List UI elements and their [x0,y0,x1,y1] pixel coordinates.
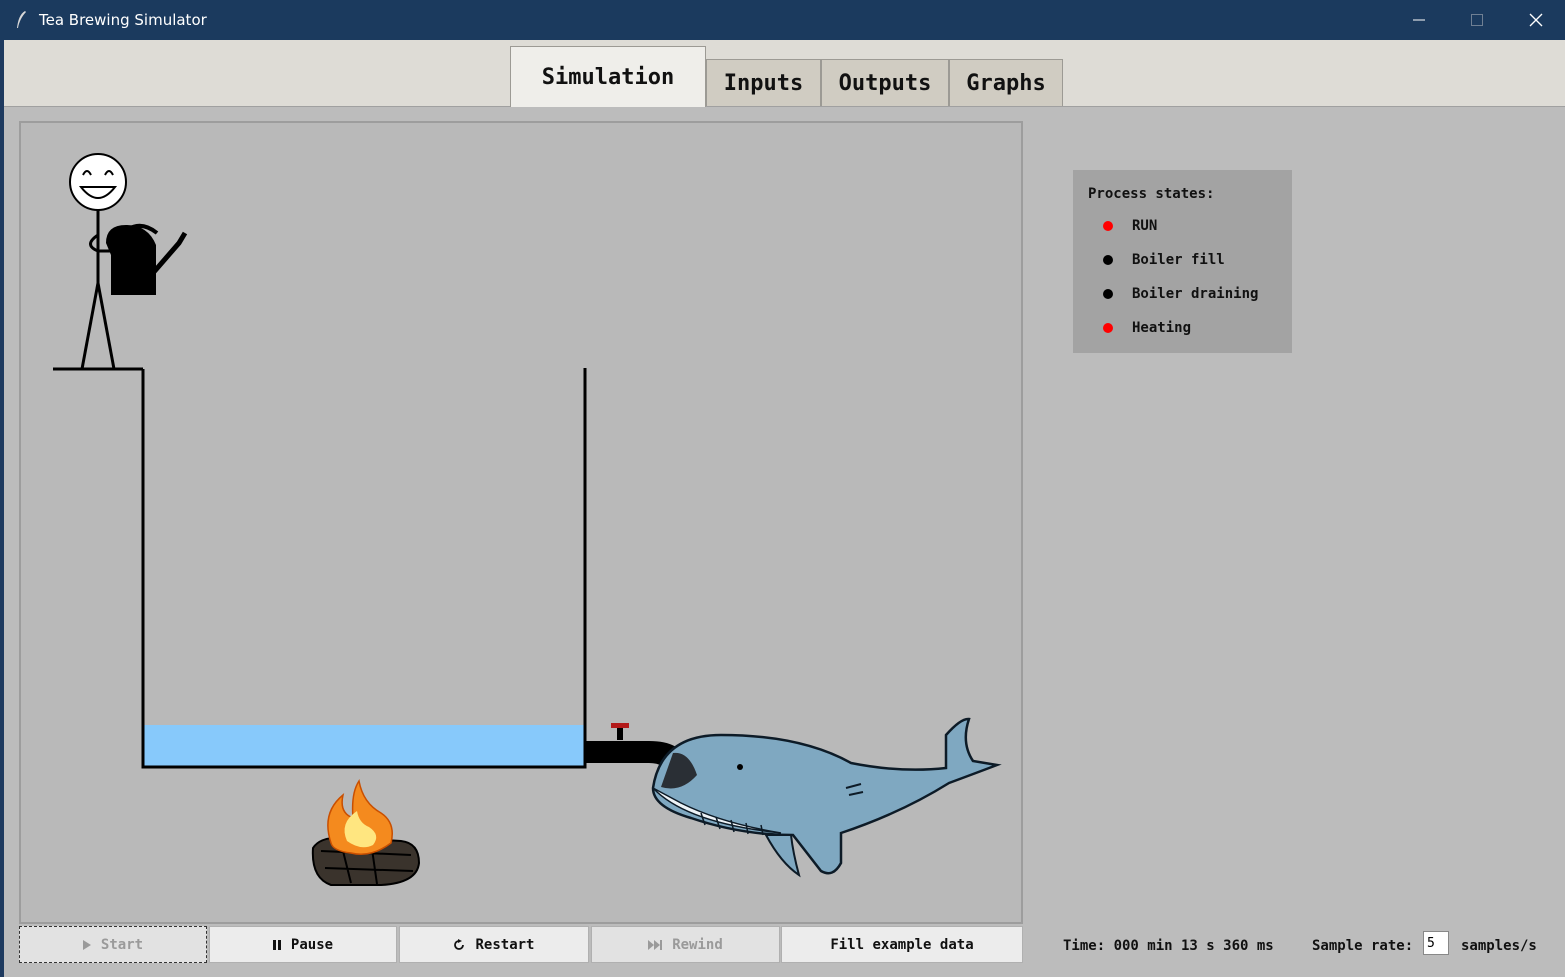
rewind-label: Rewind [672,936,723,953]
minimize-icon [1413,19,1425,21]
sample-rate-input[interactable] [1423,931,1449,955]
state-heating: Heating [1103,318,1191,338]
pause-label: Pause [290,936,334,953]
minimize-button[interactable] [1390,0,1448,40]
water-level [144,725,584,767]
pause-icon [272,939,281,950]
status-dot [1103,221,1113,231]
start-label: Start [100,936,144,953]
tab-outputs[interactable]: Outputs [821,59,949,106]
start-button[interactable]: Start [19,926,207,963]
state-label: RUN [1132,218,1158,234]
process-states-header: Process states: [1088,186,1215,202]
scene-drawing [53,153,1002,886]
state-label: Boiler draining [1132,286,1259,302]
status-dot [1103,255,1113,265]
window-title: Tea Brewing Simulator [39,11,207,29]
state-label: Heating [1132,320,1192,336]
elapsed-time: Time: 000 min 13 s 360 ms [1063,938,1274,954]
pause-button[interactable]: Pause [209,926,397,963]
app-window: Simulation Inputs Outputs Graphs Process… [4,40,1565,977]
tab-inputs[interactable]: Inputs [706,59,821,106]
boiler-tank [53,367,587,769]
state-run: RUN [1103,216,1157,236]
tab-strip: Simulation Inputs Outputs Graphs [4,40,1565,107]
sample-rate-unit: samples/s [1461,938,1537,954]
state-boiler-draining: Boiler draining [1103,284,1258,304]
fill-example-data-label: Fill example data [830,936,974,953]
whale-illustration [651,717,1002,878]
campfire-illustration [311,779,421,886]
fast-forward-icon [648,939,663,950]
feather-icon [17,11,26,28]
simulation-panel: Process states: RUN Boiler fill Boiler d… [4,107,1565,977]
rewind-button[interactable]: Rewind [591,926,780,963]
status-dot [1103,289,1113,299]
fill-example-data-button[interactable]: Fill example data [781,926,1023,963]
restart-label: Restart [475,936,535,953]
play-icon [82,939,91,950]
tab-graphs[interactable]: Graphs [949,59,1063,106]
process-states-panel: Process states: RUN Boiler fill Boiler d… [1073,170,1292,353]
close-button[interactable] [1507,0,1565,40]
state-label: Boiler fill [1132,252,1225,268]
tab-simulation[interactable]: Simulation [510,46,706,107]
restart-icon [454,938,465,950]
state-boiler-fill: Boiler fill [1103,250,1225,270]
restart-button[interactable]: Restart [399,926,589,963]
title-bar: Tea Brewing Simulator [0,0,1565,40]
maximize-button[interactable] [1448,0,1506,40]
stick-figure-with-watering-can [69,153,188,370]
maximize-icon [1471,14,1483,26]
close-icon [1529,13,1543,27]
simulation-canvas [19,121,1023,924]
sample-rate-label: Sample rate: [1312,938,1414,954]
status-dot [1103,323,1113,333]
